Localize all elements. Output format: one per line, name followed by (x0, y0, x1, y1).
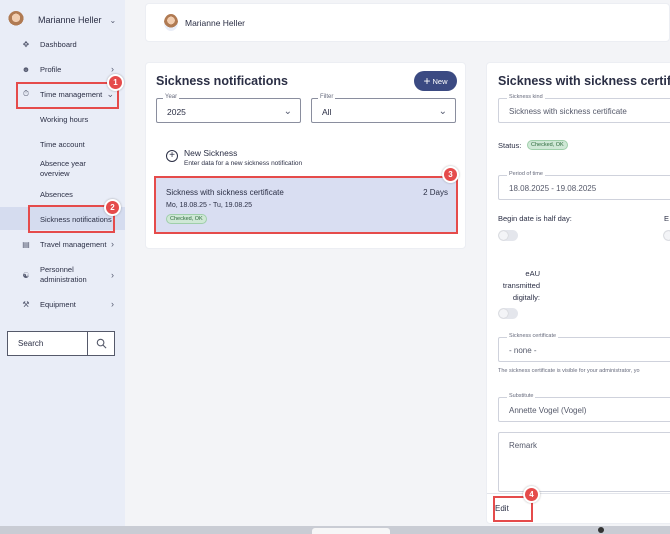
highlight-box-sickness-entry (154, 176, 458, 234)
chevron-right-icon: › (111, 299, 114, 309)
detail-title: Sickness with sickness certificat (498, 74, 670, 88)
sickness-certificate-value: - none - (509, 346, 537, 355)
sidebar-item-label: Personnel administration (40, 265, 87, 284)
sidebar-item-label: Equipment (40, 299, 76, 309)
new-sickness-subtitle: Enter data for a new sickness notificati… (184, 160, 303, 167)
sickness-kind-field[interactable]: Sickness kind Sickness with sickness cer… (498, 94, 670, 123)
sidebar-sub-absence-year-overview[interactable]: Absence year overview (40, 159, 100, 179)
search-input[interactable]: Search (7, 331, 115, 356)
eau-toggle[interactable] (498, 308, 518, 319)
sidebar-item-profile[interactable]: ☻ Profile › (0, 58, 125, 80)
remark-textarea[interactable]: Remark (498, 432, 670, 492)
period-field[interactable]: Period of time 18.08.2025 - 19.08.2025 (498, 171, 670, 200)
begin-half-day-toggle[interactable] (498, 230, 518, 241)
status-badge: Checked, OK (527, 140, 568, 150)
bottom-strip (0, 526, 670, 534)
new-sickness-title: New Sickness (184, 148, 238, 158)
sidebar-item-label: Profile (40, 64, 62, 74)
year-select[interactable]: Year 2025 ⌄ (156, 94, 301, 123)
sickness-certificate-select[interactable]: Sickness certificate - none - (498, 333, 670, 362)
filter-select[interactable]: Filter All ⌄ (311, 94, 456, 123)
status-label: Status: (498, 141, 522, 150)
substitute-value: Annette Vogel (Vogel) (509, 406, 587, 415)
sidebar-sub-working-hours[interactable]: Working hours (40, 115, 88, 125)
highlight-box-time-management (16, 82, 119, 109)
top-header: Marianne Heller (145, 3, 670, 42)
step-marker-2: 2 (104, 199, 121, 216)
person-icon: ☻ (21, 64, 31, 74)
sickness-kind-label: Sickness kind (507, 94, 545, 100)
panel-title: Sickness notifications (156, 74, 288, 88)
sickness-certificate-label: Sickness certificate (507, 333, 559, 339)
header-user-name: Marianne Heller (185, 17, 245, 28)
sidebar-item-label: Travel management (40, 239, 107, 249)
chevron-right-icon: › (111, 64, 114, 74)
sickness-detail-panel: Sickness with sickness certificat Sickne… (486, 62, 670, 524)
substitute-label: Substitute (507, 393, 536, 399)
sidebar-item-personnel-administration[interactable]: ☯ Personnel administration › (0, 263, 125, 287)
dashboard-icon: ✥ (22, 39, 30, 49)
chevron-right-icon: › (111, 270, 114, 280)
period-value: 18.08.2025 - 19.08.2025 (509, 184, 597, 193)
certificate-help-text: The sickness certificate is visible for … (498, 368, 640, 374)
avatar (8, 11, 24, 29)
begin-half-day-label: Begin date is half day: (498, 214, 572, 223)
briefcase-icon: ▤ (22, 239, 30, 249)
eau-label: eAU transmitted digitally: (502, 269, 540, 302)
end-half-day-label: E (664, 214, 670, 223)
chevron-down-icon: ⌄ (109, 15, 117, 25)
period-label: Period of time (507, 171, 545, 177)
year-select-value: 2025 (167, 107, 186, 117)
bottom-tab (312, 528, 390, 534)
search-button[interactable] (87, 332, 114, 355)
tools-icon: ⚒ (22, 299, 30, 309)
chevron-down-icon: ⌄ (438, 106, 447, 117)
people-icon: ☯ (22, 270, 30, 280)
sidebar: Marianne Heller ⌄ ✥ Dashboard ☻ Profile … (0, 0, 125, 526)
sidebar-sub-absences[interactable]: Absences (40, 190, 73, 200)
plus-icon: + (423, 74, 431, 88)
sickness-kind-value: Sickness with sickness certificate (509, 107, 627, 116)
new-button[interactable]: + New (414, 71, 457, 91)
filter-select-value: All (322, 107, 332, 117)
step-marker-4: 4 (523, 486, 540, 503)
sidebar-user[interactable]: Marianne Heller ⌄ (8, 10, 120, 30)
step-marker-3: 3 (442, 166, 459, 183)
search-icon (96, 338, 106, 349)
sidebar-item-dashboard[interactable]: ✥ Dashboard (0, 33, 125, 55)
plus-circle-icon: + (166, 150, 178, 162)
year-select-label: Year (163, 94, 180, 100)
sidebar-sub-time-account[interactable]: Time account (40, 140, 85, 150)
new-button-label: New (432, 76, 448, 86)
highlight-box-sickness-notifications (28, 205, 115, 233)
sidebar-item-label: Dashboard (40, 39, 77, 49)
sidebar-item-travel-management[interactable]: ▤ Travel management › (0, 233, 125, 255)
step-marker-1: 1 (107, 74, 124, 91)
sidebar-user-name: Marianne Heller (38, 15, 102, 25)
sidebar-item-equipment[interactable]: ⚒ Equipment › (0, 293, 125, 315)
substitute-field[interactable]: Substitute Annette Vogel (Vogel) (498, 393, 670, 422)
dot-icon (598, 527, 604, 533)
search-input-label: Search (18, 339, 44, 348)
filter-select-label: Filter (318, 94, 336, 100)
end-half-day-toggle[interactable] (663, 230, 670, 241)
chevron-right-icon: › (111, 239, 114, 249)
chevron-down-icon: ⌄ (283, 106, 292, 117)
avatar (164, 14, 178, 31)
new-sickness-button[interactable]: + New Sickness Enter data for a new sick… (166, 148, 302, 167)
remark-placeholder: Remark (509, 441, 538, 450)
